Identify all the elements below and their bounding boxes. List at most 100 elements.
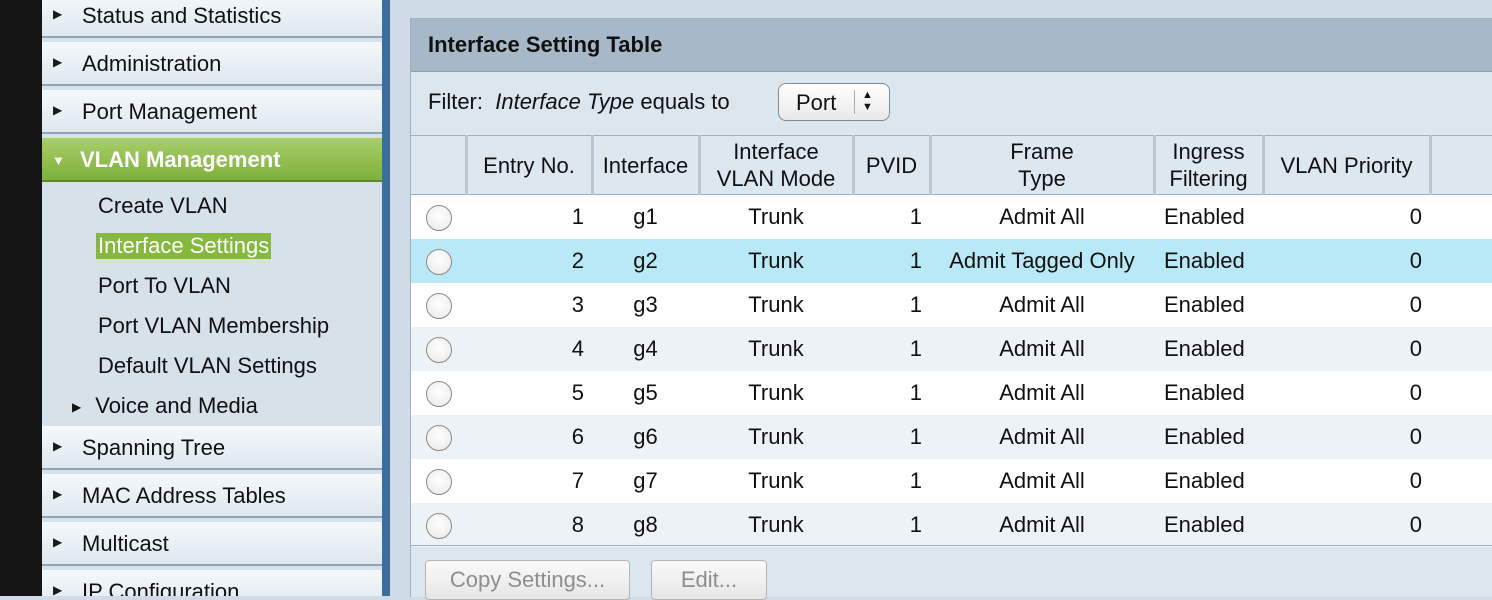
- sidebar-subitem-default-vlan-settings[interactable]: Default VLAN Settings: [98, 353, 317, 379]
- row-spacer: [1430, 327, 1492, 371]
- row-spacer: [1430, 503, 1492, 547]
- column-header-pvid[interactable]: PVID: [853, 135, 932, 195]
- vlan-mode-cell: Trunk: [699, 283, 853, 327]
- pvid-cell: 1: [853, 194, 930, 239]
- vlan-mode-cell: Trunk: [699, 415, 853, 459]
- filter-label: Filter: Interface Type equals to: [428, 89, 730, 115]
- row-spacer: [1430, 415, 1492, 459]
- sidebar-item-spanning-tree[interactable]: ▶ Spanning Tree: [42, 426, 382, 470]
- pvid-cell: 1: [853, 415, 930, 459]
- sidebar-item-label: Spanning Tree: [82, 435, 226, 460]
- table-row[interactable]: 1 g1 Trunk 1 Admit All Enabled 0: [411, 194, 1492, 239]
- column-header-ingress-filtering[interactable]: Ingress Filtering: [1154, 135, 1265, 195]
- table-row[interactable]: 8 g8 Trunk 1 Admit All Enabled 0: [411, 503, 1492, 547]
- sidebar-item-label: Multicast: [82, 531, 169, 556]
- sidebar-item-label: Administration: [82, 51, 222, 76]
- sidebar-item-status-and-statistics[interactable]: ▶ Status and Statistics: [42, 0, 382, 38]
- column-header-vlan-priority[interactable]: VLAN Priority: [1263, 135, 1432, 195]
- vlan-priority-cell: 0: [1263, 415, 1430, 459]
- sidebar-item-port-management[interactable]: ▶ Port Management: [42, 90, 382, 134]
- edit-button[interactable]: Edit...: [651, 560, 767, 600]
- row-radio-button[interactable]: [426, 292, 452, 319]
- entry-no-cell: 5: [466, 371, 592, 415]
- interface-cell: g1: [592, 194, 699, 239]
- sidebar-subitem-interface-settings[interactable]: Interface Settings: [96, 233, 272, 259]
- vlan-priority-cell: 0: [1263, 239, 1430, 283]
- sidebar-item-multicast[interactable]: ▶ Multicast: [42, 522, 382, 566]
- vlan-priority-cell: 0: [1263, 459, 1430, 503]
- sidebar-item-mac-address-tables[interactable]: ▶ MAC Address Tables: [42, 474, 382, 518]
- table-row[interactable]: 4 g4 Trunk 1 Admit All Enabled 0: [411, 327, 1492, 371]
- sidebar-separator: [382, 0, 390, 596]
- entry-no-cell: 6: [466, 415, 592, 459]
- row-radio-button[interactable]: [426, 204, 452, 231]
- vlan-mode-cell: Trunk: [699, 327, 853, 371]
- column-header-vlan-mode[interactable]: Interface VLAN Mode: [699, 135, 855, 195]
- table-row[interactable]: 3 g3 Trunk 1 Admit All Enabled 0: [411, 283, 1492, 327]
- row-radio-button[interactable]: [426, 336, 452, 363]
- interface-cell: g2: [592, 239, 699, 283]
- sidebar-subgroup-label: Voice and Media: [95, 393, 258, 418]
- column-header-spacer: [1430, 135, 1492, 195]
- frame-type-cell: Admit All: [930, 415, 1154, 459]
- ingress-filtering-cell: Enabled: [1154, 283, 1263, 327]
- filter-field: Interface Type: [495, 89, 635, 114]
- interface-cell: g6: [592, 415, 699, 459]
- entry-no-cell: 8: [466, 503, 592, 547]
- row-radio-button[interactable]: [426, 512, 452, 539]
- vlan-mode-cell: Trunk: [699, 503, 853, 547]
- table-header-row: Entry No. Interface Interface VLAN Mode P…: [411, 135, 1492, 195]
- interface-cell: g4: [592, 327, 699, 371]
- ingress-filtering-cell: Enabled: [1154, 239, 1263, 283]
- frame-type-cell: Admit All: [930, 459, 1154, 503]
- column-header-interface[interactable]: Interface: [592, 135, 701, 195]
- row-radio-button[interactable]: [426, 424, 452, 451]
- interface-setting-panel: Interface Setting Table Filter: Interfac…: [410, 18, 1492, 600]
- column-header-frame-type[interactable]: Frame Type: [930, 135, 1156, 195]
- ingress-filtering-cell: Enabled: [1154, 371, 1263, 415]
- filter-row: Filter: Interface Type equals to Port ▲ ▼: [411, 72, 1492, 134]
- vlan-priority-cell: 0: [1263, 371, 1430, 415]
- filter-operator: equals to: [640, 89, 730, 114]
- expand-triangle-icon: ▶: [53, 535, 63, 549]
- ingress-filtering-cell: Enabled: [1154, 503, 1263, 547]
- panel-header: Interface Setting Table: [411, 19, 1492, 72]
- pvid-cell: 1: [853, 459, 930, 503]
- table-row[interactable]: 5 g5 Trunk 1 Admit All Enabled 0: [411, 371, 1492, 415]
- vlan-mode-cell: Trunk: [699, 371, 853, 415]
- sidebar-subgroup-voice-and-media[interactable]: ▶ Voice and Media: [72, 393, 258, 419]
- row-radio-button[interactable]: [426, 468, 452, 495]
- frame-type-cell: Admit All: [930, 283, 1154, 327]
- interface-cell: g3: [592, 283, 699, 327]
- sidebar-subitem-port-vlan-membership[interactable]: Port VLAN Membership: [98, 313, 329, 339]
- table-row[interactable]: 2 g2 Trunk 1 Admit Tagged Only Enabled 0: [411, 239, 1492, 283]
- select-updown-icon: ▲ ▼: [862, 89, 873, 113]
- expand-triangle-icon: ▶: [53, 55, 63, 69]
- sidebar-item-label: IP Configuration: [82, 579, 240, 596]
- sidebar-subitem-create-vlan[interactable]: Create VLAN: [98, 193, 228, 219]
- ingress-filtering-cell: Enabled: [1154, 459, 1263, 503]
- select-divider: [854, 90, 855, 114]
- frame-type-cell: Admit All: [930, 327, 1154, 371]
- row-radio-button[interactable]: [426, 380, 452, 407]
- sidebar-item-administration[interactable]: ▶ Administration: [42, 42, 382, 86]
- sidebar-item-label: Port Management: [82, 99, 257, 124]
- sidebar-subitem-port-to-vlan[interactable]: Port To VLAN: [98, 273, 231, 299]
- sidebar-item-vlan-management[interactable]: ▼ VLAN Management: [42, 138, 382, 182]
- copy-settings-button[interactable]: Copy Settings...: [425, 560, 630, 600]
- table-row[interactable]: 6 g6 Trunk 1 Admit All Enabled 0: [411, 415, 1492, 459]
- content-gutter: [390, 0, 410, 596]
- row-spacer: [1430, 283, 1492, 327]
- sidebar-nav: ▶ Status and Statistics ▶ Administration…: [42, 0, 382, 596]
- vlan-priority-cell: 0: [1263, 327, 1430, 371]
- ingress-filtering-cell: Enabled: [1154, 194, 1263, 239]
- frame-type-cell: Admit All: [930, 371, 1154, 415]
- expand-triangle-icon: ▶: [53, 7, 63, 21]
- pvid-cell: 1: [853, 503, 930, 547]
- sidebar-item-ip-configuration[interactable]: ▶ IP Configuration: [42, 570, 382, 596]
- row-radio-button[interactable]: [426, 248, 452, 275]
- table-row[interactable]: 7 g7 Trunk 1 Admit All Enabled 0: [411, 459, 1492, 503]
- interface-type-select[interactable]: Port ▲ ▼: [778, 83, 890, 121]
- expand-triangle-icon: ▶: [72, 400, 82, 414]
- column-header-entry-no[interactable]: Entry No.: [466, 135, 594, 195]
